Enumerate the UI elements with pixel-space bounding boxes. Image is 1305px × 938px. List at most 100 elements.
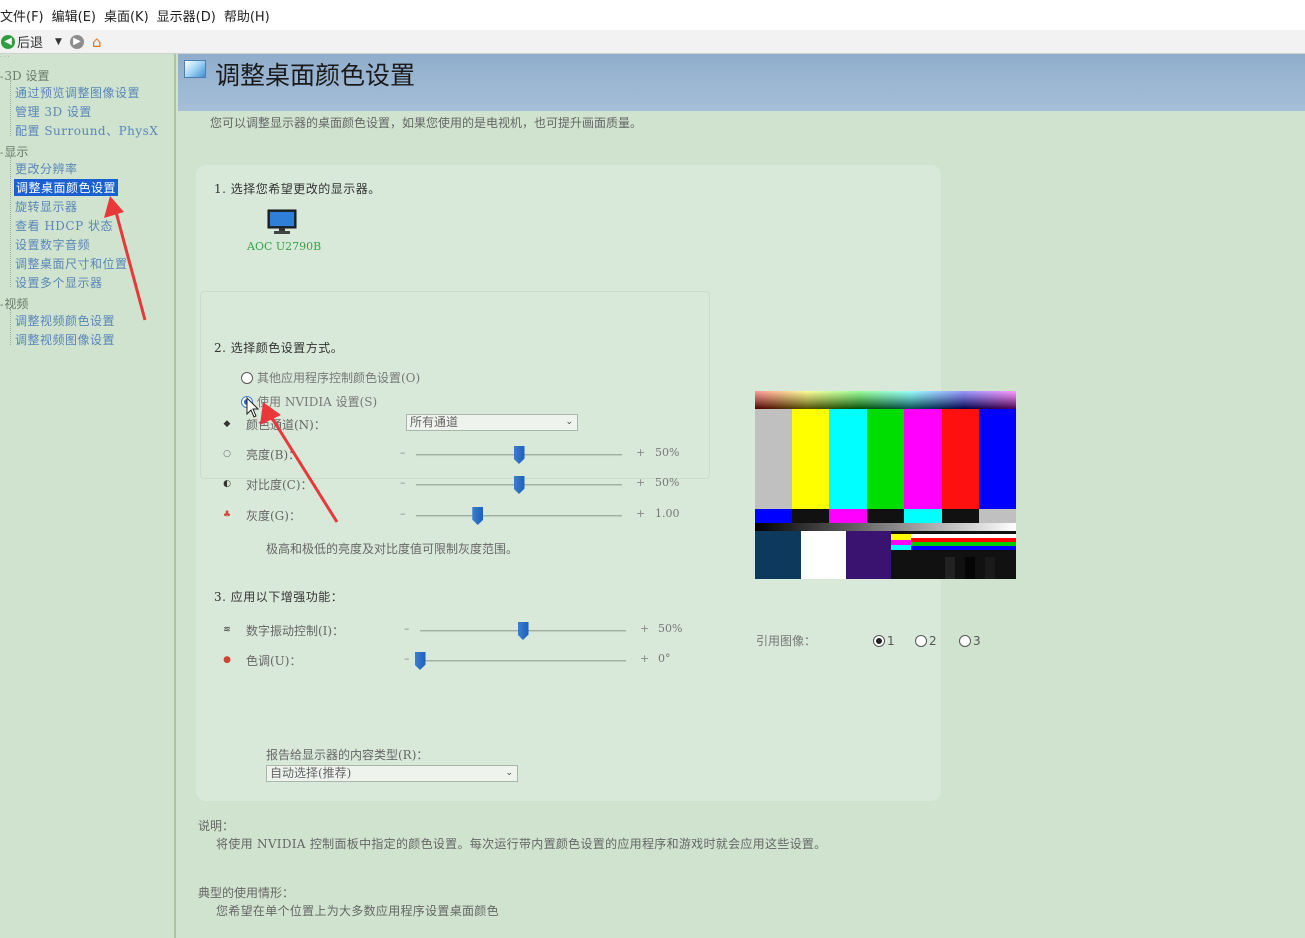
sidebar-item-video-image[interactable]: 调整视频图像设置 bbox=[15, 331, 115, 348]
gamma-slider-track[interactable] bbox=[416, 515, 622, 518]
hue-slider-track[interactable] bbox=[420, 660, 626, 663]
color-test-pattern-image bbox=[755, 391, 1016, 579]
main-content: 调整桌面颜色设置 您可以调整显示器的桌面颜色设置，如果您使用的是电视机，也可提升… bbox=[178, 54, 1305, 938]
sidebar-item-video-color[interactable]: 调整视频颜色设置 bbox=[15, 312, 115, 329]
digital-vibrance-value: 50% bbox=[658, 622, 683, 635]
sidebar-item-desktop-color[interactable]: 调整桌面颜色设置 bbox=[14, 179, 119, 196]
gamma-slider-thumb[interactable] bbox=[472, 507, 484, 525]
usage-text: 您希望在单个位置上为大多数应用程序设置桌面颜色 bbox=[216, 904, 499, 918]
radio-button[interactable] bbox=[915, 635, 927, 647]
collapse-icon[interactable]: - bbox=[0, 300, 3, 311]
page-description: 您可以调整显示器的桌面颜色设置，如果您使用的是电视机，也可提升画面质量。 bbox=[210, 116, 643, 130]
step1-heading: 1. 选择您希望更改的显示器。 bbox=[214, 182, 381, 196]
gamma-icon: ♣ bbox=[222, 510, 232, 520]
contrast-slider-thumb[interactable] bbox=[513, 476, 525, 494]
tree-category-video[interactable]: -视频 bbox=[0, 295, 28, 312]
sidebar-header-strip: · · · bbox=[0, 54, 10, 61]
tree-connector bbox=[10, 157, 11, 287]
sidebar-item-multiple-displays[interactable]: 设置多个显示器 bbox=[15, 274, 103, 291]
hue-row: ● 色调(U)： – + 0° bbox=[222, 652, 692, 670]
color-channel-icon: ◆ bbox=[223, 419, 231, 429]
digital-vibrance-row: ≋ 数字振动控制(I)： – + 50% bbox=[222, 622, 692, 640]
slider-plus: + bbox=[636, 476, 646, 489]
brightness-value: 50% bbox=[655, 446, 680, 459]
menu-display[interactable]: 显示器(D) bbox=[153, 6, 220, 25]
sidebar-item-hdcp-status[interactable]: 查看 HDCP 状态 bbox=[15, 217, 113, 234]
usage-title: 典型的使用情形： bbox=[198, 886, 295, 900]
radio-label: 2 bbox=[929, 634, 937, 648]
slider-plus: + bbox=[640, 622, 650, 635]
menu-edit[interactable]: 编辑(E) bbox=[48, 6, 100, 25]
reference-option-1[interactable]: 1 bbox=[873, 634, 895, 648]
hue-icon: ● bbox=[223, 655, 231, 665]
tree-connector bbox=[10, 80, 11, 136]
vibrance-icon: ≋ bbox=[223, 625, 231, 635]
radio-button[interactable] bbox=[241, 395, 253, 408]
gamma-label: 灰度(G)： bbox=[246, 509, 301, 523]
page-banner: 调整桌面颜色设置 bbox=[178, 54, 1305, 111]
back-arrow-icon: ◀ bbox=[1, 34, 15, 49]
sidebar-item-manage-3d[interactable]: 管理 3D 设置 bbox=[15, 103, 92, 120]
description-title: 说明： bbox=[198, 819, 235, 833]
tree-connector bbox=[10, 309, 11, 345]
collapse-icon[interactable]: - bbox=[0, 148, 3, 159]
brightness-icon: ○ bbox=[223, 449, 231, 459]
tree-category-3d[interactable]: -3D 设置 bbox=[0, 67, 49, 84]
contrast-row: ◐ 对比度(C)： – + 50% bbox=[222, 476, 692, 494]
menu-desktop[interactable]: 桌面(K) bbox=[100, 6, 153, 25]
hue-slider-thumb[interactable] bbox=[414, 652, 426, 670]
color-channel-value: 所有通道 bbox=[410, 415, 459, 429]
slider-minus: – bbox=[400, 476, 406, 489]
digital-vibrance-slider-thumb[interactable] bbox=[517, 622, 529, 640]
reference-image-label: 引用图像： bbox=[756, 634, 817, 648]
monitor-name[interactable]: AOC U2790B bbox=[247, 240, 321, 253]
menu-bar: 文件(F) 编辑(E) 桌面(K) 显示器(D) 帮助(H) bbox=[0, 0, 1305, 30]
back-label: 后退 bbox=[17, 36, 44, 51]
color-channel-select[interactable]: 所有通道 ⌄ bbox=[406, 414, 578, 431]
monitor-icon[interactable] bbox=[267, 209, 297, 235]
collapse-icon[interactable]: - bbox=[0, 72, 3, 83]
radio-use-nvidia-settings[interactable]: 使用 NVIDIA 设置(S) bbox=[241, 393, 377, 410]
reference-option-3[interactable]: 3 bbox=[959, 634, 981, 648]
sidebar-item-desktop-size[interactable]: 调整桌面尺寸和位置 bbox=[15, 255, 128, 272]
page-title: 调整桌面颜色设置 bbox=[215, 61, 416, 90]
page-icon bbox=[184, 60, 206, 78]
contrast-value: 50% bbox=[655, 476, 680, 489]
content-type-value: 自动选择(推荐) bbox=[270, 766, 352, 780]
color-channel-label: 颜色通道(N)： bbox=[246, 418, 326, 432]
brightness-slider-thumb[interactable] bbox=[513, 446, 525, 464]
tree-category-display[interactable]: -显示 bbox=[0, 143, 28, 160]
back-button[interactable]: ◀ 后退 bbox=[0, 32, 43, 51]
menu-help[interactable]: 帮助(H) bbox=[220, 6, 274, 25]
step3-heading: 3. 应用以下增强功能： bbox=[214, 590, 344, 604]
content-type-label: 报告给显示器的内容类型(R)： bbox=[266, 748, 429, 762]
forward-arrow-icon[interactable]: ▶ bbox=[69, 34, 84, 49]
gamma-value: 1.00 bbox=[655, 507, 680, 520]
chevron-down-icon: ⌄ bbox=[565, 417, 573, 427]
reference-option-2[interactable]: 2 bbox=[915, 634, 937, 648]
sidebar-item-change-resolution[interactable]: 更改分辨率 bbox=[15, 160, 78, 177]
slider-plus: + bbox=[636, 446, 646, 459]
sidebar-item-surround-physx[interactable]: 配置 Surround、PhysX bbox=[15, 122, 158, 139]
brightness-label: 亮度(B)： bbox=[246, 448, 301, 462]
radio-button[interactable] bbox=[959, 635, 971, 647]
back-history-dropdown-icon[interactable]: ▼ bbox=[55, 37, 62, 47]
brightness-row: ○ 亮度(B)： – + 50% bbox=[222, 446, 692, 464]
slider-plus: + bbox=[640, 652, 650, 665]
content-type-select[interactable]: 自动选择(推荐) ⌄ bbox=[266, 765, 518, 782]
slider-minus: – bbox=[400, 446, 406, 459]
home-icon[interactable]: ⌂ bbox=[92, 33, 102, 51]
chevron-down-icon: ⌄ bbox=[505, 768, 513, 778]
contrast-icon: ◐ bbox=[223, 479, 231, 489]
contrast-label: 对比度(C)： bbox=[246, 478, 313, 492]
menu-file[interactable]: 文件(F) bbox=[0, 6, 48, 25]
sidebar-item-digital-audio[interactable]: 设置数字音频 bbox=[15, 236, 90, 253]
sidebar-item-preview-image-settings[interactable]: 通过预览调整图像设置 bbox=[15, 84, 140, 101]
radio-label: 1 bbox=[887, 634, 895, 648]
sidebar-task-tree: · · · -3D 设置 通过预览调整图像设置 管理 3D 设置 配置 Surr… bbox=[0, 54, 176, 938]
slider-minus: – bbox=[400, 507, 406, 520]
gamma-row: ♣ 灰度(G)： – + 1.00 bbox=[222, 507, 692, 525]
radio-button[interactable] bbox=[873, 635, 885, 647]
description-text: 将使用 NVIDIA 控制面板中指定的颜色设置。每次运行带内置颜色设置的应用程序… bbox=[216, 837, 827, 851]
sidebar-item-rotate-display[interactable]: 旋转显示器 bbox=[15, 198, 78, 215]
